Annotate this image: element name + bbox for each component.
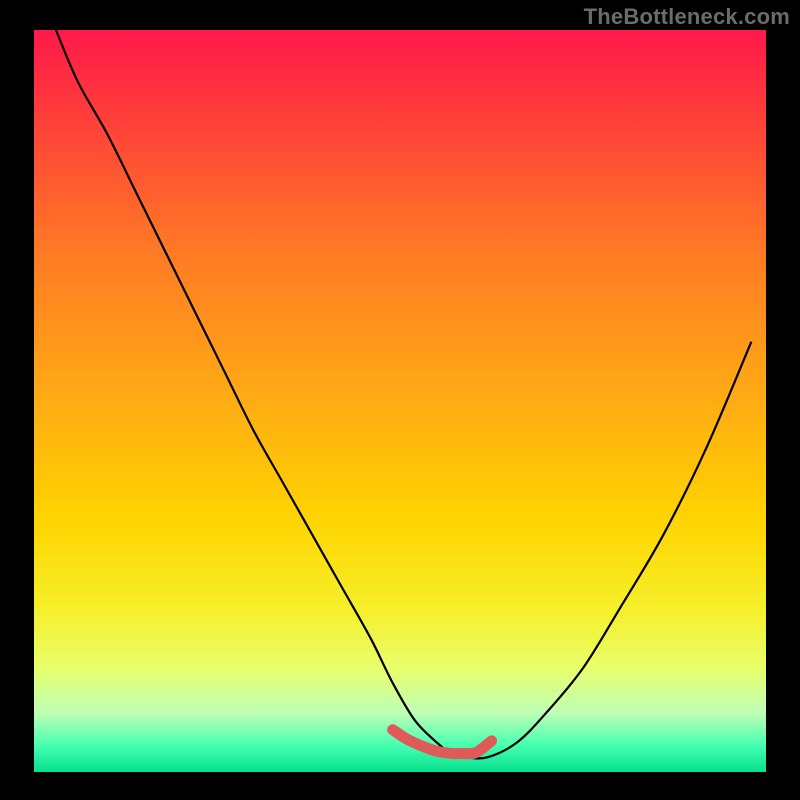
bottleneck-chart (0, 0, 800, 800)
chart-frame: TheBottleneck.com (0, 0, 800, 800)
plot-background (34, 30, 766, 772)
watermark-text: TheBottleneck.com (584, 4, 790, 30)
